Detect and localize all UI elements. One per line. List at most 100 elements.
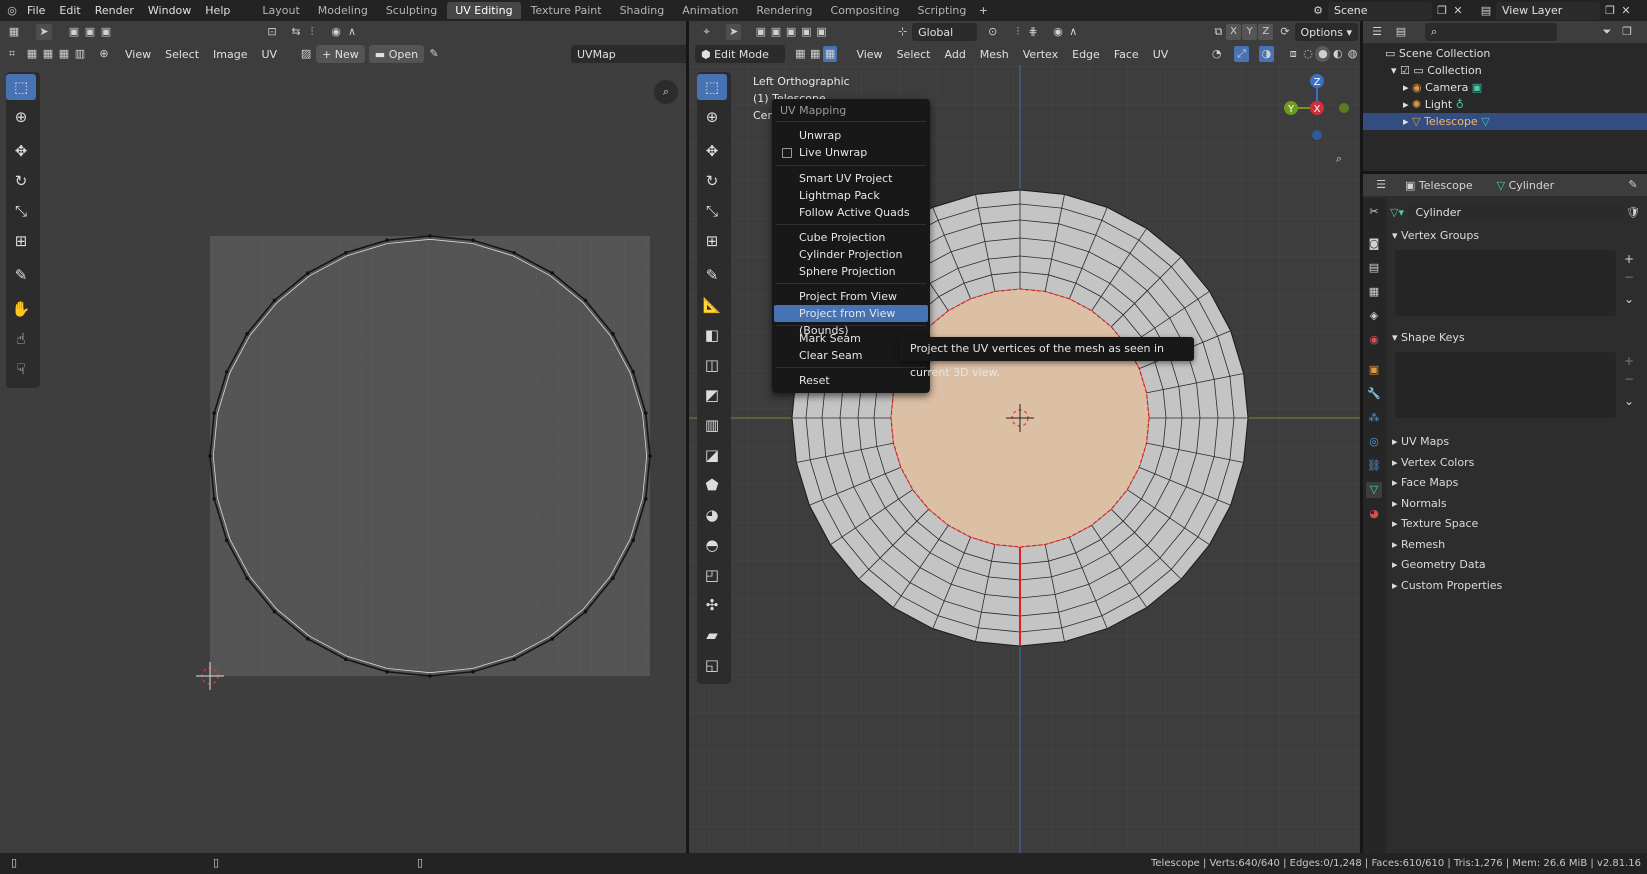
panel-vertex-groups[interactable]: ▾ Vertex Groups [1386,226,1647,246]
constraints-tab-icon[interactable]: ⛓ [1366,458,1382,474]
select-invert-icon[interactable]: ▣ [799,24,814,40]
uvmap-field[interactable]: UVMap [571,45,691,63]
menu-help[interactable]: Help [198,0,237,21]
transform-tool-icon[interactable]: ⊞ [697,228,727,254]
chevron-down-icon[interactable]: ⌄ [1624,290,1634,308]
editor-type-icon[interactable]: ⌖ [699,24,714,40]
uv-vertex[interactable] [583,609,588,614]
uv-vertex[interactable] [245,331,249,336]
material-shading-icon[interactable]: ◐ [1330,46,1345,62]
outliner-row-camera[interactable]: ▸ ◉ Camera ▣👁 [1363,79,1647,96]
xray-icon[interactable]: ⧈ [1286,46,1301,62]
new-scene-icon[interactable]: ❐ [1434,3,1450,19]
move-tool-icon[interactable]: ✥ [6,138,36,164]
menu-item-follow-active-quads[interactable]: Follow Active Quads [772,204,930,221]
open-image-button[interactable]: ▬ Open [368,45,425,63]
bevel-tool-icon[interactable]: ◩ [697,382,727,408]
filter-icon[interactable]: ⏷ [1599,24,1615,40]
tab-scripting[interactable]: Scripting [909,2,974,19]
mirror-x-icon[interactable]: X [1225,24,1242,40]
rotate-tool-icon[interactable]: ↻ [697,168,727,194]
uv-vertex[interactable] [428,234,432,238]
snap-target-icon[interactable]: ⋕ [1025,24,1040,40]
physics-tab-icon[interactable]: ◎ [1366,434,1382,450]
extrude-tool-icon[interactable]: ◧ [697,322,727,348]
properties-object-name[interactable]: Telescope [1419,179,1473,192]
viewport-menu-select[interactable]: Select [890,48,938,61]
uv-vertex[interactable] [272,298,277,303]
uv-vertex[interactable] [583,298,588,303]
inset-tool-icon[interactable]: ◫ [697,352,727,378]
cursor-tool-icon[interactable]: ➤ [36,24,52,40]
viewport-menu-uv[interactable]: UV [1146,48,1176,61]
checkbox-icon[interactable] [782,148,792,158]
editor-type-icon[interactable]: ☰ [1373,177,1389,193]
menu-edit[interactable]: Edit [52,0,87,21]
viewport-menu-view[interactable]: View [849,48,889,61]
uv-vertex[interactable] [385,669,389,674]
proportional-edit-icon[interactable]: ◉ [1051,24,1066,40]
tab-rendering[interactable]: Rendering [748,2,820,19]
uv-vertex[interactable] [245,576,249,581]
shear-tool-icon[interactable]: ▰ [697,622,727,648]
zoom-icon[interactable]: ⌕ [654,80,678,104]
uv-vertex[interactable] [611,576,615,581]
uv-sync-icon[interactable]: ⇆ [288,24,304,40]
uv-vertex[interactable] [272,609,277,614]
rotate-tool-icon[interactable]: ↻ [6,168,36,194]
tab-uv-editing[interactable]: UV Editing [447,2,521,19]
object-tab-icon[interactable]: ▣ [1366,362,1382,378]
solid-shading-icon[interactable]: ● [1315,46,1331,62]
options-dropdown[interactable]: Options ▾ [1294,23,1358,41]
select-extend-icon[interactable]: ▣ [768,24,783,40]
display-mode-icon[interactable]: ▤ [1393,24,1409,40]
panel-remesh[interactable]: ▸ Remesh [1386,535,1647,555]
select-mode-icon[interactable]: ▣ [753,24,768,40]
uv-vertex[interactable] [212,411,217,415]
menu-item-live-unwrap[interactable]: Live Unwrap [772,144,930,161]
uv-select-mode-icon[interactable]: ⌗ [4,46,20,62]
menu-item-smart-uv-project[interactable]: Smart UV Project [772,170,930,187]
panel-texture-space[interactable]: ▸ Texture Space [1386,514,1647,534]
remove-icon[interactable]: − [1624,370,1634,388]
tab-texture-paint[interactable]: Texture Paint [523,2,610,19]
select-mode-icon[interactable]: ▣ [66,24,82,40]
output-tab-icon[interactable]: ▤ [1366,260,1382,276]
pin-icon[interactable]: ✎ [1625,177,1641,193]
expand-icon[interactable]: ▸ [1403,115,1412,128]
smooth-tool-icon[interactable]: ◓ [697,532,727,558]
properties-data-name[interactable]: Cylinder [1509,179,1555,192]
vertex-select-icon[interactable]: ▦ [793,46,808,62]
uv-vertex[interactable] [471,238,475,243]
transform-tool-icon[interactable]: ⊞ [6,228,36,254]
select-subtract-icon[interactable]: ▣ [98,24,114,40]
uv-vertex[interactable] [305,271,310,275]
add-workspace-icon[interactable]: + [975,3,991,19]
fake-user-icon[interactable]: 🛡 [1626,206,1640,219]
menu-item-cube-projection[interactable]: Cube Projection [772,229,930,246]
uv-vertex[interactable] [643,411,648,415]
select-intersect-icon[interactable]: ▣ [814,24,829,40]
uv-vertex[interactable] [611,331,615,336]
annotate-tool-icon[interactable]: ✎ [697,262,727,288]
image-browse-icon[interactable]: ▨ [298,46,314,62]
cursor-tool-icon[interactable]: ➤ [726,24,742,40]
panel-uv-maps[interactable]: ▸ UV Maps [1386,432,1647,452]
mesh-name-field[interactable]: Cylinder [1409,203,1625,222]
uv-vertex[interactable] [208,454,212,458]
tool-tab-icon[interactable]: ✂ [1366,204,1382,220]
uv-menu-select[interactable]: Select [158,48,206,61]
menu-item-project-from-view-bounds[interactable]: Project from View (Bounds) [774,305,928,337]
uv-menu-image[interactable]: Image [206,48,254,61]
gizmo-neg-y-icon[interactable] [1339,103,1349,113]
falloff-icon[interactable]: ∧ [344,24,360,40]
pivot-point-icon[interactable]: ⊙ [985,24,1000,40]
menu-item-reset[interactable]: Reset [772,372,930,389]
uv-vertex[interactable] [631,370,636,374]
view-layer-tab-icon[interactable]: ▦ [1366,284,1382,300]
expand-icon[interactable]: ▾ [1391,64,1400,77]
vertex-select-icon[interactable]: ▦ [24,46,40,62]
auto-merge-icon[interactable]: ⟳ [1277,24,1292,40]
checkbox-icon[interactable]: ☑ [1400,64,1413,77]
pinch-tool-icon[interactable]: ☟ [6,356,36,382]
